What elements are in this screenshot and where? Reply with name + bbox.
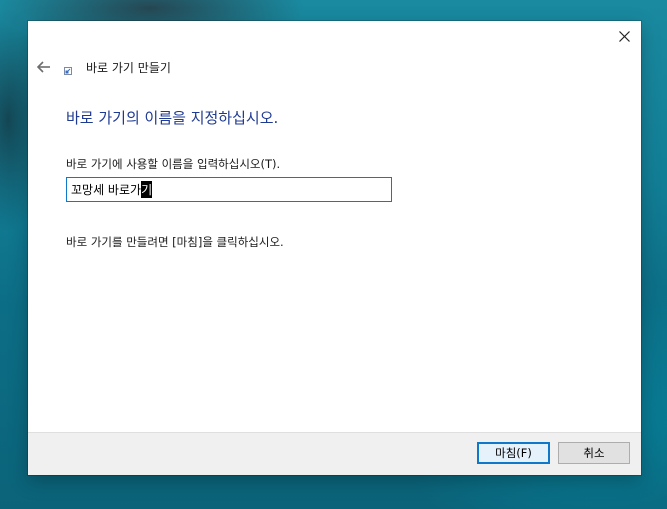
arrow-left-icon [37, 61, 50, 73]
wizard-header: 바로 가기 만들기 [28, 51, 641, 81]
input-text-unselected: 꼬망세 바로가 [71, 183, 142, 197]
cancel-button[interactable]: 취소 [558, 442, 630, 464]
shortcut-wizard-icon [64, 67, 72, 75]
main-instruction: 바로 가기의 이름을 지정하십시오. [66, 109, 279, 127]
wizard-title: 바로 가기 만들기 [86, 61, 171, 75]
shortcut-name-input[interactable]: 꼬망세 바로가 기 [66, 177, 392, 202]
back-button[interactable] [34, 57, 54, 77]
input-text-selected: 기 [141, 181, 153, 198]
shortcut-name-label: 바로 가기에 사용할 이름을 입력하십시오(T). [66, 157, 281, 171]
finish-hint: 바로 가기를 만들려면 [마침]을 클릭하십시오. [66, 235, 284, 249]
dialog-footer: 마침(F) 취소 [28, 432, 641, 475]
close-button[interactable] [607, 21, 641, 51]
close-icon [618, 30, 630, 42]
finish-button[interactable]: 마침(F) [477, 442, 550, 464]
create-shortcut-dialog: 바로 가기 만들기 바로 가기의 이름을 지정하십시오. 바로 가기에 사용할 … [28, 21, 641, 475]
